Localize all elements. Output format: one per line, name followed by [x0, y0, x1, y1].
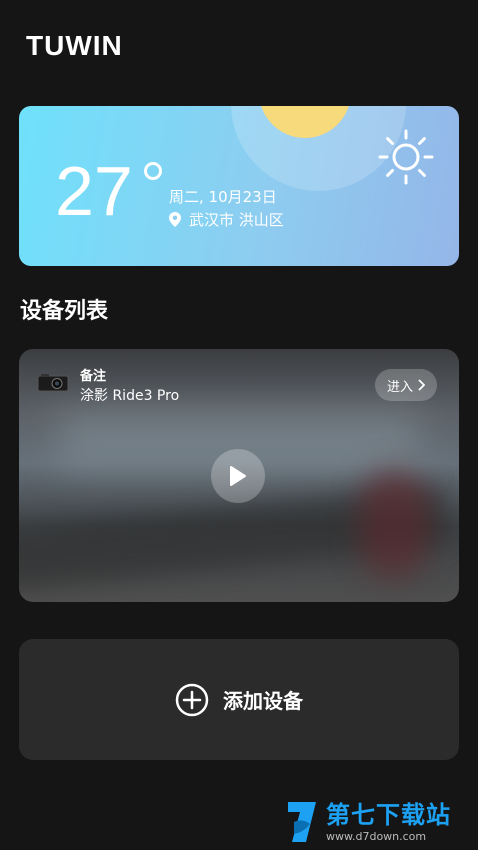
- preview-blur: [359, 469, 429, 579]
- watermark: 第七下载站 www.d7down.com: [284, 800, 451, 844]
- enter-label: 进入: [387, 379, 414, 395]
- location-pin-icon: [169, 212, 181, 227]
- play-button[interactable]: [211, 449, 265, 503]
- location-text: 武汉市 洪山区: [189, 211, 284, 229]
- device-note: 备注: [80, 369, 107, 384]
- degree-symbol: [144, 162, 162, 180]
- device-card[interactable]: 备注 涂影 Ride3 Pro 进入: [19, 349, 459, 602]
- add-device-button[interactable]: 添加设备: [19, 639, 459, 760]
- device-model: 涂影 Ride3 Pro: [80, 388, 180, 404]
- plus-circle-icon: [175, 683, 209, 716]
- sun-icon: [378, 129, 434, 185]
- temperature-value: 27: [55, 152, 133, 230]
- watermark-name: 第七下载站: [326, 800, 451, 829]
- watermark-url: www.d7down.com: [326, 829, 427, 843]
- dashcam-icon: [37, 374, 69, 392]
- weather-date: 周二, 10月23日: [169, 188, 277, 206]
- app-logo: TUWIN: [26, 30, 123, 61]
- chevron-right-icon: [418, 379, 426, 391]
- watermark-logo-icon: [288, 802, 316, 842]
- weather-location: 武汉市 洪山区: [169, 209, 284, 230]
- weather-card: 27 周二, 10月23日 武汉市 洪山区: [19, 106, 459, 266]
- device-list-title: 设备列表: [20, 299, 109, 324]
- enter-device-button[interactable]: 进入: [375, 369, 438, 401]
- add-device-label: 添加设备: [223, 689, 303, 713]
- play-icon: [230, 466, 246, 486]
